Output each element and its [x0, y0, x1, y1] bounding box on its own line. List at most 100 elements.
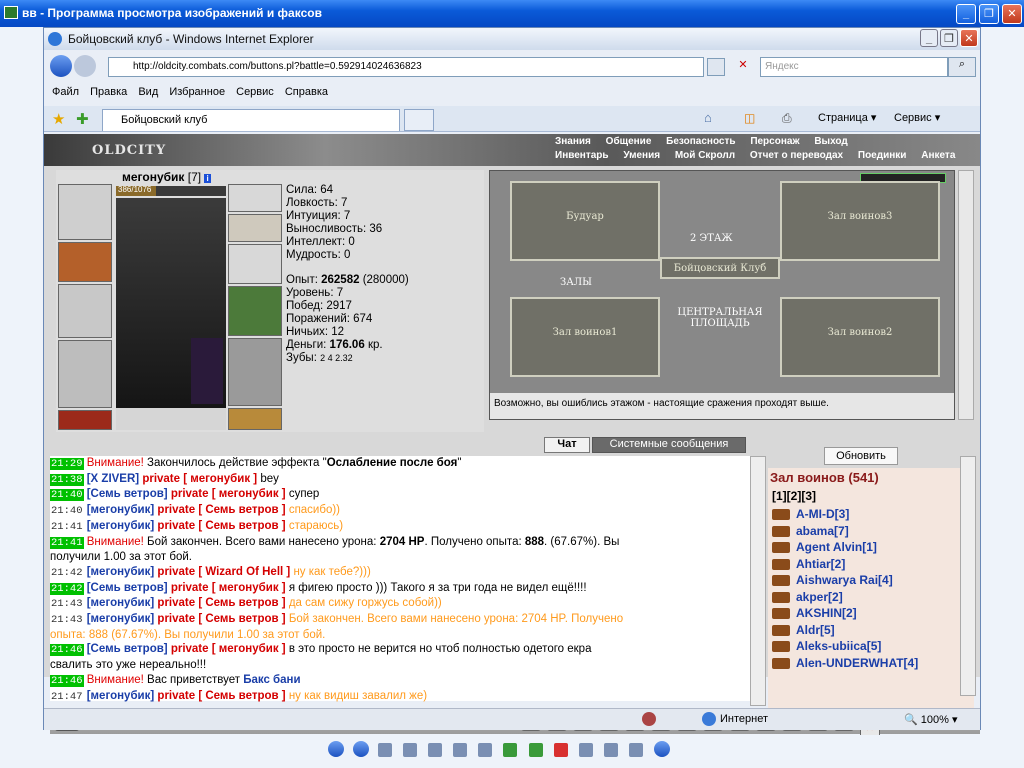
user-item[interactable]: AKSHIN[2] — [768, 606, 974, 623]
new-tab-button[interactable] — [404, 109, 434, 131]
room-warriors-2[interactable]: Зал воинов2 — [780, 297, 940, 377]
chat-nick[interactable]: [мегонубик] — [87, 566, 158, 578]
chat-scrollbar[interactable] — [750, 456, 766, 706]
print-icon[interactable]: ⎙ — [782, 111, 792, 126]
zoom-level[interactable]: 🔍 100% ▾ — [904, 713, 957, 726]
menu-favorites[interactable]: Избранное — [169, 82, 225, 98]
user-item[interactable]: akper[2] — [768, 590, 974, 607]
user-item[interactable]: Aleks-ubiica[5] — [768, 639, 974, 656]
chat-nick[interactable]: [мегонубик] — [87, 504, 158, 516]
user-item[interactable]: Aldr[5] — [768, 623, 974, 640]
home-icon[interactable]: ⌂ — [704, 110, 712, 125]
room-fight-club[interactable]: Бойцовский Клуб — [660, 257, 780, 279]
search-input[interactable]: Яндекс — [760, 57, 948, 77]
user-item[interactable]: A-MI-D[3] — [768, 507, 974, 524]
chat-private-tag[interactable]: private [ Семь ветров ] — [157, 520, 288, 532]
rotate-cw-icon[interactable] — [503, 743, 518, 757]
belt-slot[interactable] — [58, 410, 112, 430]
chat-nick[interactable]: [мегонубик] — [87, 690, 158, 702]
user-pages[interactable]: [1][2][3] — [768, 489, 974, 507]
earrings-slot[interactable] — [228, 184, 282, 212]
room-warriors-3[interactable]: Зал воинов3 — [780, 181, 940, 261]
menu-communication[interactable]: Общение — [606, 136, 652, 147]
chat-nick[interactable]: [X ZIVER] — [87, 473, 143, 485]
save-image-icon[interactable] — [603, 743, 618, 757]
room-warriors-1[interactable]: Зал воинов1 — [510, 297, 660, 377]
shield-slot[interactable] — [228, 286, 282, 336]
chat-private-tag[interactable]: private [ Семь ветров ] — [157, 690, 288, 702]
ie-minimize-button[interactable]: _ — [920, 29, 938, 47]
menu-inventory[interactable]: Инвентарь — [555, 150, 609, 161]
help-icon[interactable] — [653, 741, 670, 757]
chat-nick[interactable]: [мегонубик] — [87, 597, 158, 609]
chat-private-tag[interactable]: private [ Семь ветров ] — [157, 597, 288, 609]
top-scrollbar[interactable] — [958, 170, 974, 420]
boots-slot[interactable] — [228, 408, 282, 430]
info-icon[interactable]: i — [204, 174, 211, 183]
chat-private-tag[interactable]: private [ мегонубик ] — [171, 488, 289, 500]
chat-nick[interactable]: [мегонубик] — [87, 613, 158, 625]
add-favorites-icon[interactable]: ✚ — [76, 110, 89, 128]
os-maximize-button[interactable]: ❐ — [979, 4, 999, 24]
chat-nick[interactable]: [Семь ветров] — [87, 643, 171, 655]
bracer-slot[interactable] — [58, 242, 112, 282]
menu-character[interactable]: Персонаж — [750, 136, 799, 147]
menu-knowledge[interactable]: Знания — [555, 136, 591, 147]
user-item[interactable]: Alen-UNDERWHAT[4] — [768, 656, 974, 673]
best-fit-icon[interactable] — [378, 743, 393, 757]
rings-slot[interactable] — [228, 214, 282, 242]
privacy-icon[interactable] — [642, 712, 656, 726]
rune-slots[interactable] — [116, 408, 226, 430]
forward-icon[interactable] — [74, 55, 96, 77]
menu-help[interactable]: Справка — [285, 82, 328, 98]
next-image-icon[interactable] — [353, 741, 370, 757]
room-boudoir[interactable]: Будуар — [510, 181, 660, 261]
refresh-button[interactable]: Обновить — [824, 447, 898, 465]
menu-transfers[interactable]: Отчет о переводах — [750, 150, 843, 161]
print-image-icon[interactable] — [578, 743, 593, 757]
menu-view[interactable]: Вид — [138, 82, 158, 98]
chat-private-tag[interactable]: private [ Семь ветров ] — [157, 613, 288, 625]
os-close-button[interactable]: ✕ — [1002, 4, 1022, 24]
chat-nick[interactable]: [Семь ветров] — [87, 488, 171, 500]
ie-maximize-button[interactable]: ❐ — [940, 29, 958, 47]
ie-close-button[interactable]: ✕ — [960, 29, 978, 47]
armor-slot[interactable] — [58, 340, 112, 408]
menu-fights[interactable]: Поединки — [858, 150, 907, 161]
user-item[interactable]: Aishwarya Rai[4] — [768, 573, 974, 590]
menu-profile[interactable]: Анкета — [921, 150, 955, 161]
menu-my-scroll[interactable]: Мой Скролл — [675, 150, 735, 161]
menu-file[interactable]: Файл — [52, 82, 79, 98]
chat-private-tag[interactable]: private [ Wizard Of Hell ] — [157, 566, 293, 578]
rotate-ccw-icon[interactable] — [528, 743, 543, 757]
search-icon[interactable]: ⌕ — [948, 57, 976, 77]
actual-size-icon[interactable] — [403, 743, 418, 757]
stop-icon[interactable]: ✕ — [734, 58, 752, 76]
feeds-icon[interactable]: ◫ — [744, 111, 755, 125]
gloves-slot[interactable] — [228, 244, 282, 284]
edit-image-icon[interactable] — [628, 743, 643, 757]
menu-security[interactable]: Безопасность — [666, 136, 735, 147]
chat-nick[interactable]: Бакс бани — [243, 674, 300, 686]
menu-skills[interactable]: Умения — [623, 150, 660, 161]
users-scrollbar[interactable] — [960, 456, 976, 696]
os-minimize-button[interactable]: _ — [956, 4, 976, 24]
zoom-in-icon[interactable] — [453, 743, 468, 757]
previous-image-icon[interactable] — [328, 741, 344, 757]
menu-edit[interactable]: Правка — [90, 82, 127, 98]
leggings-slot[interactable] — [228, 338, 282, 406]
user-item[interactable]: Ahtiar[2] — [768, 557, 974, 574]
tab-fight-club[interactable]: Бойцовский клуб — [102, 109, 400, 131]
refresh-icon[interactable] — [707, 58, 725, 76]
tab-chat[interactable]: Чат — [544, 437, 590, 453]
user-item[interactable]: Agent Alvin[1] — [768, 540, 974, 557]
chat-nick[interactable]: [Семь ветров] — [87, 582, 171, 594]
back-icon[interactable] — [50, 55, 72, 77]
menu-tools[interactable]: Сервис — [236, 82, 274, 98]
tools-menu[interactable]: Сервис ▾ — [894, 111, 940, 124]
delete-icon[interactable] — [553, 743, 568, 757]
address-bar[interactable]: http://oldcity.combats.com/buttons.pl?ba… — [108, 57, 704, 77]
helmet-slot[interactable] — [58, 184, 112, 240]
user-item[interactable]: abama[7] — [768, 524, 974, 541]
chat-private-tag[interactable]: private [ мегонубик ] — [142, 473, 260, 485]
